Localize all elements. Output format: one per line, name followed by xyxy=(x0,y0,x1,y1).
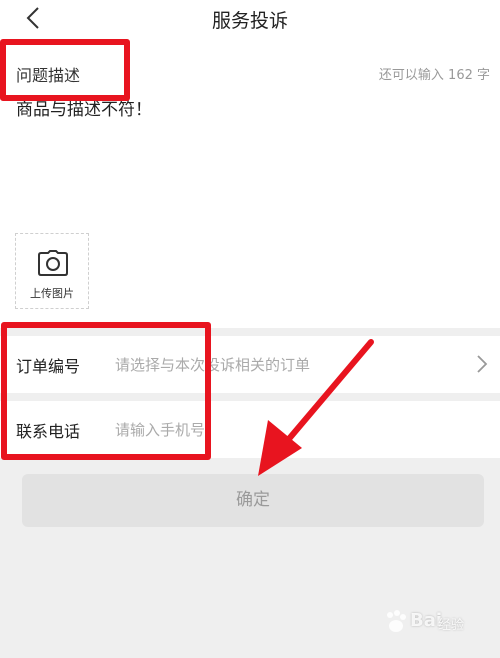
description-textarea[interactable]: 商品与描述不符！ xyxy=(16,95,152,120)
watermark-sub: 经验 xyxy=(438,618,465,633)
description-section: 问题描述 还可以输入 162 字 商品与描述不符！ 上传图片 xyxy=(0,36,500,328)
watermark-logo: Bai 经验 xyxy=(382,604,482,640)
order-number-row[interactable]: 订单编号 请选择与本次投诉相关的订单 xyxy=(0,336,500,393)
chevron-right-icon xyxy=(477,355,488,373)
order-number-select[interactable]: 请选择与本次投诉相关的订单 xyxy=(115,354,310,375)
paw-icon xyxy=(387,610,406,632)
confirm-button[interactable]: 确定 xyxy=(22,474,484,527)
camera-icon xyxy=(38,250,68,276)
upload-image-button[interactable]: 上传图片 xyxy=(15,233,89,309)
phone-row: 联系电话 请输入手机号 xyxy=(0,401,500,458)
description-label: 问题描述 xyxy=(16,66,81,85)
phone-label: 联系电话 xyxy=(16,422,81,441)
page-title: 服务投诉 xyxy=(211,10,288,32)
phone-input[interactable]: 请输入手机号 xyxy=(115,419,205,440)
upload-label: 上传图片 xyxy=(30,287,74,300)
app-header: 服务投诉 xyxy=(0,0,500,36)
order-number-label: 订单编号 xyxy=(16,357,81,376)
char-count: 还可以输入 162 字 xyxy=(378,68,490,83)
